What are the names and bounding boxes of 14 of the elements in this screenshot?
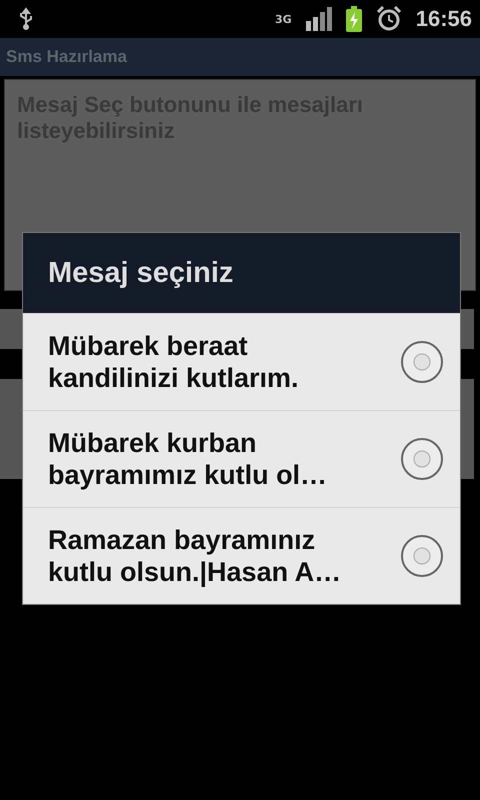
radio-button[interactable] — [400, 340, 444, 384]
option-label: Ramazan bayramınız kutlu olsun.|Hasan A… — [48, 524, 342, 588]
option-label: Mübarek kurban bayramımız kutlu ol… — [48, 427, 328, 491]
radio-button[interactable] — [400, 437, 444, 481]
option-label: Mübarek beraat kandilinizi kutlarım. — [48, 330, 300, 394]
alarm-clock-icon — [376, 6, 402, 32]
radio-button[interactable] — [400, 534, 444, 578]
signal-icon — [306, 7, 332, 31]
app-title: Sms Hazırlama — [6, 47, 127, 67]
usb-icon — [18, 7, 34, 31]
dialog-title: Mesaj seçiniz — [23, 233, 460, 313]
network-type: 3G — [275, 14, 292, 24]
battery-charging-icon — [346, 6, 362, 32]
clock-time: 16:56 — [416, 6, 472, 32]
